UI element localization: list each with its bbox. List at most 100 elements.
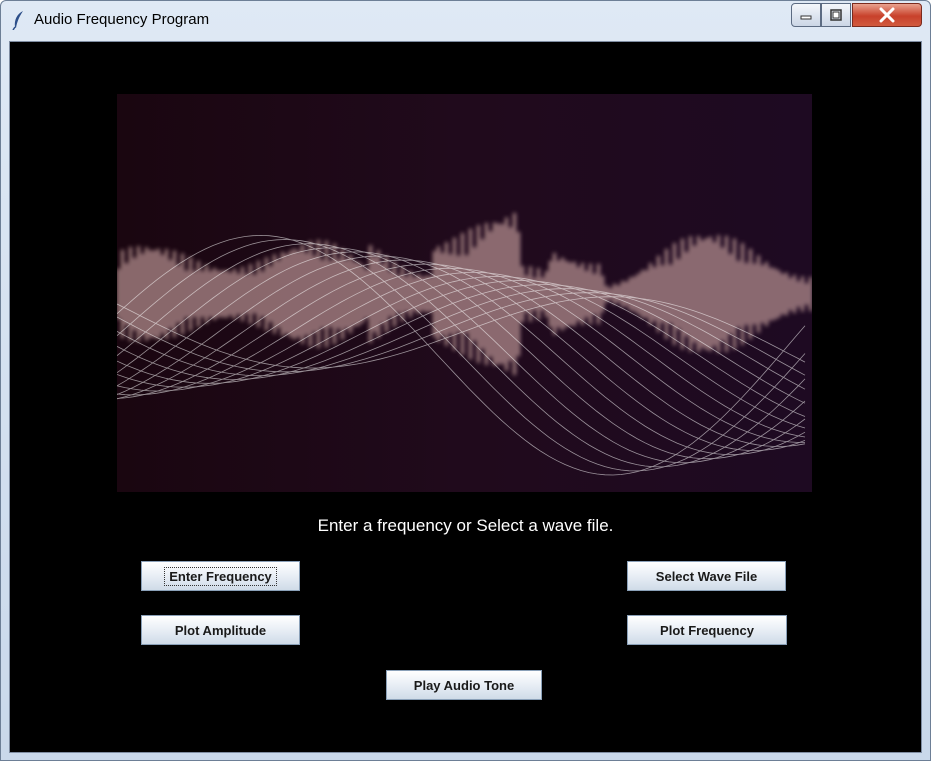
spectrum-bar	[409, 270, 412, 318]
spectrum-bar	[309, 241, 312, 347]
spectrum-bar	[549, 260, 552, 328]
spectrum-bar	[121, 249, 124, 339]
spectrum-bar	[773, 268, 776, 320]
spectrum-bar	[785, 272, 788, 316]
spectrum-bar	[293, 248, 296, 340]
spectrum-bar	[781, 273, 784, 315]
spectrum-bar	[193, 270, 196, 318]
spectrum-bar	[421, 277, 424, 311]
enter-frequency-button[interactable]: Enter Frequency	[141, 561, 300, 591]
spectrum-bar	[593, 273, 596, 315]
spectrum-bar	[761, 265, 764, 323]
title-bar[interactable]: Audio Frequency Program	[1, 1, 930, 39]
spectrum-bar	[285, 254, 288, 334]
spectrum-bar	[673, 243, 676, 345]
spectrum-bar	[725, 235, 728, 353]
plot-frequency-button[interactable]: Plot Frequency	[627, 615, 787, 645]
spectrum-bar	[453, 237, 456, 351]
spectrum-bar	[373, 256, 376, 332]
spectrum-bar	[629, 277, 632, 311]
spectrum-bar	[161, 254, 164, 334]
spectrum-bar	[789, 277, 792, 311]
spectrum-bar	[129, 247, 132, 341]
plot-amplitude-label: Plot Amplitude	[174, 622, 267, 638]
spectrum-bar	[505, 217, 508, 371]
spectrum-bar	[225, 270, 228, 318]
spectrum-bar	[213, 268, 216, 320]
spectrum-bar	[553, 253, 556, 335]
spectrum-bar	[805, 283, 808, 305]
spectrum-bar	[361, 265, 364, 323]
spectrum-bar	[313, 255, 316, 333]
spectrum-bar	[769, 267, 772, 321]
spectrum-bar	[437, 246, 440, 342]
maximize-button[interactable]	[821, 3, 851, 27]
spectrum-bar	[809, 277, 812, 311]
spectrum-bar	[793, 275, 796, 313]
spectrum-bar	[301, 244, 304, 344]
app-window: Audio Frequency Program Enter a frequenc…	[0, 0, 931, 761]
spectrum-bar	[533, 277, 536, 311]
spectrum-bar	[697, 236, 700, 352]
spectrum-bar	[265, 257, 268, 331]
spectrum-bar	[233, 268, 236, 320]
spectrum-bar	[321, 259, 324, 329]
spectrum-bar	[349, 254, 352, 334]
spectrum-bar	[689, 236, 692, 352]
spectrum-bar	[733, 238, 736, 350]
spectrum-bar	[653, 267, 656, 321]
spectrum-bar	[737, 260, 740, 328]
spectrum-bar	[765, 262, 768, 326]
spectrum-bar	[125, 263, 128, 325]
spectrum-bar	[253, 274, 256, 314]
spectrum-bar	[429, 276, 432, 312]
close-icon	[879, 7, 895, 23]
minimize-button[interactable]	[791, 3, 821, 27]
spectrum-bar	[289, 250, 292, 338]
spectrum-bar	[173, 250, 176, 338]
spectrum-bar	[485, 223, 488, 365]
spectrum-bar	[261, 271, 264, 317]
enter-frequency-label: Enter Frequency	[164, 566, 277, 586]
spectrum-bar	[381, 264, 384, 324]
plot-amplitude-button[interactable]: Plot Amplitude	[141, 615, 300, 645]
spectrum-bar	[621, 281, 624, 307]
minimize-icon	[800, 15, 812, 20]
spectrum-bar	[649, 263, 652, 325]
spectrum-bar	[693, 245, 696, 343]
spectrum-bar	[753, 263, 756, 325]
play-audio-tone-button[interactable]: Play Audio Tone	[386, 670, 542, 700]
select-wave-file-button[interactable]: Select Wave File	[627, 561, 786, 591]
spectrum-bar	[577, 266, 580, 322]
maximize-icon	[830, 9, 842, 21]
audio-waveform-image	[117, 94, 812, 492]
spectrum-bar	[257, 260, 260, 328]
spectrum-bar	[273, 254, 276, 334]
spectrum-bar	[197, 261, 200, 327]
spectrum-bar	[665, 248, 668, 340]
spectrum-bar	[417, 274, 420, 314]
spectrum-bar	[317, 240, 320, 348]
instruction-text: Enter a frequency or Select a wave file.	[317, 516, 614, 535]
spectrum-bar	[713, 242, 716, 346]
spectrum-bar	[425, 275, 428, 313]
close-button[interactable]	[852, 3, 922, 27]
select-wave-file-label: Select Wave File	[655, 568, 758, 584]
spectrum-bar	[229, 272, 232, 316]
spectrum-bar	[701, 240, 704, 348]
spectrum-bar	[581, 263, 584, 325]
spectrum-bar	[457, 255, 460, 333]
spectrum-bar	[209, 270, 212, 318]
spectrum-bar	[729, 253, 732, 335]
spectrum-bar	[389, 271, 392, 317]
spectrum-bar	[345, 259, 348, 329]
spectrum-bar	[145, 247, 148, 341]
spectrum-bar	[341, 248, 344, 340]
spectrum-bar	[241, 266, 244, 322]
spectrum-bar	[281, 252, 284, 336]
spectrum-bar	[513, 213, 516, 375]
spectrum-bar	[365, 269, 368, 319]
main-panel: Enter a frequency or Select a wave file.…	[9, 41, 922, 753]
spectrum-bar	[357, 262, 360, 326]
spectrum-bar	[277, 260, 280, 328]
